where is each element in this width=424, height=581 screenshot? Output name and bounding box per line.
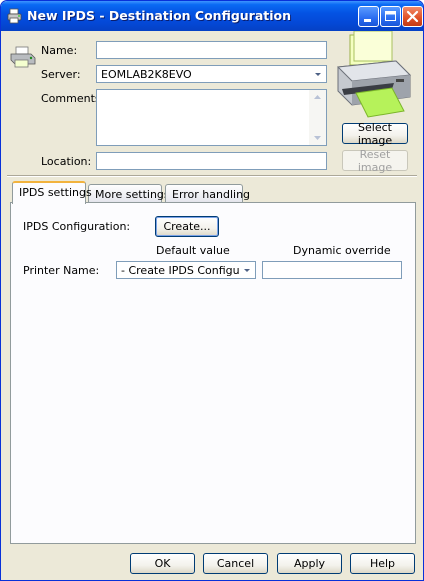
tab-ipds-settings[interactable]: IPDS settings xyxy=(12,181,92,204)
form-separator xyxy=(7,175,417,177)
comments-textarea[interactable] xyxy=(96,89,327,146)
comments-label: Comments: xyxy=(41,92,105,105)
scroll-up-icon[interactable] xyxy=(311,93,324,101)
location-field[interactable] xyxy=(96,152,327,170)
name-input[interactable] xyxy=(97,42,326,58)
cancel-button[interactable]: Cancel xyxy=(203,553,268,574)
printer-name-dynamic-field[interactable] xyxy=(262,261,402,279)
maximize-icon xyxy=(385,11,396,21)
chevron-down-icon[interactable] xyxy=(311,67,325,81)
server-value: EOMLAB2K8EVO xyxy=(101,68,192,81)
dialog-window: New IPDS - Destination Configuration Nam… xyxy=(0,0,424,581)
minimize-icon xyxy=(364,19,371,22)
printer-name-label: Printer Name: xyxy=(23,264,100,277)
reset-image-button[interactable]: Reset image xyxy=(342,148,408,174)
printer-small-icon xyxy=(10,46,36,68)
tab-error-handling[interactable]: Error handling xyxy=(165,184,250,204)
default-value-header: Default value xyxy=(156,244,230,257)
location-input[interactable] xyxy=(97,153,326,169)
apply-button[interactable]: Apply xyxy=(277,553,342,574)
printer-title-icon xyxy=(7,8,22,24)
window-title: New IPDS - Destination Configuration xyxy=(27,8,292,23)
server-label: Server: xyxy=(41,68,81,81)
dynamic-override-header: Dynamic override xyxy=(293,244,391,257)
tab-more-settings[interactable]: More settings xyxy=(88,184,170,204)
help-button[interactable]: Help xyxy=(350,553,415,574)
printer-name-dynamic-input[interactable] xyxy=(263,262,401,278)
minimize-button[interactable] xyxy=(358,6,379,27)
maximize-button[interactable] xyxy=(380,6,401,27)
select-image-button[interactable]: Select image xyxy=(342,121,408,147)
printer-name-combo[interactable]: - Create IPDS Configurati... xyxy=(116,261,256,279)
printer-icon xyxy=(336,31,412,118)
ok-button[interactable]: OK xyxy=(130,553,195,574)
title-bar[interactable]: New IPDS - Destination Configuration xyxy=(1,1,423,31)
ipds-settings-panel: IPDS Configuration: Create... Default va… xyxy=(10,202,416,544)
scroll-down-icon[interactable] xyxy=(311,134,324,142)
comments-scrollbar[interactable] xyxy=(309,90,326,145)
location-label: Location: xyxy=(41,155,92,168)
name-label: Name: xyxy=(41,44,78,57)
close-button[interactable] xyxy=(402,6,423,27)
chevron-down-icon[interactable] xyxy=(240,263,254,277)
server-combo[interactable]: EOMLAB2K8EVO xyxy=(96,65,327,83)
create-button[interactable]: Create... xyxy=(155,216,219,237)
printer-name-default: - Create IPDS Configurati... xyxy=(121,264,239,277)
name-field[interactable] xyxy=(96,41,327,59)
close-icon xyxy=(406,10,419,23)
ipds-config-label: IPDS Configuration: xyxy=(23,220,131,233)
